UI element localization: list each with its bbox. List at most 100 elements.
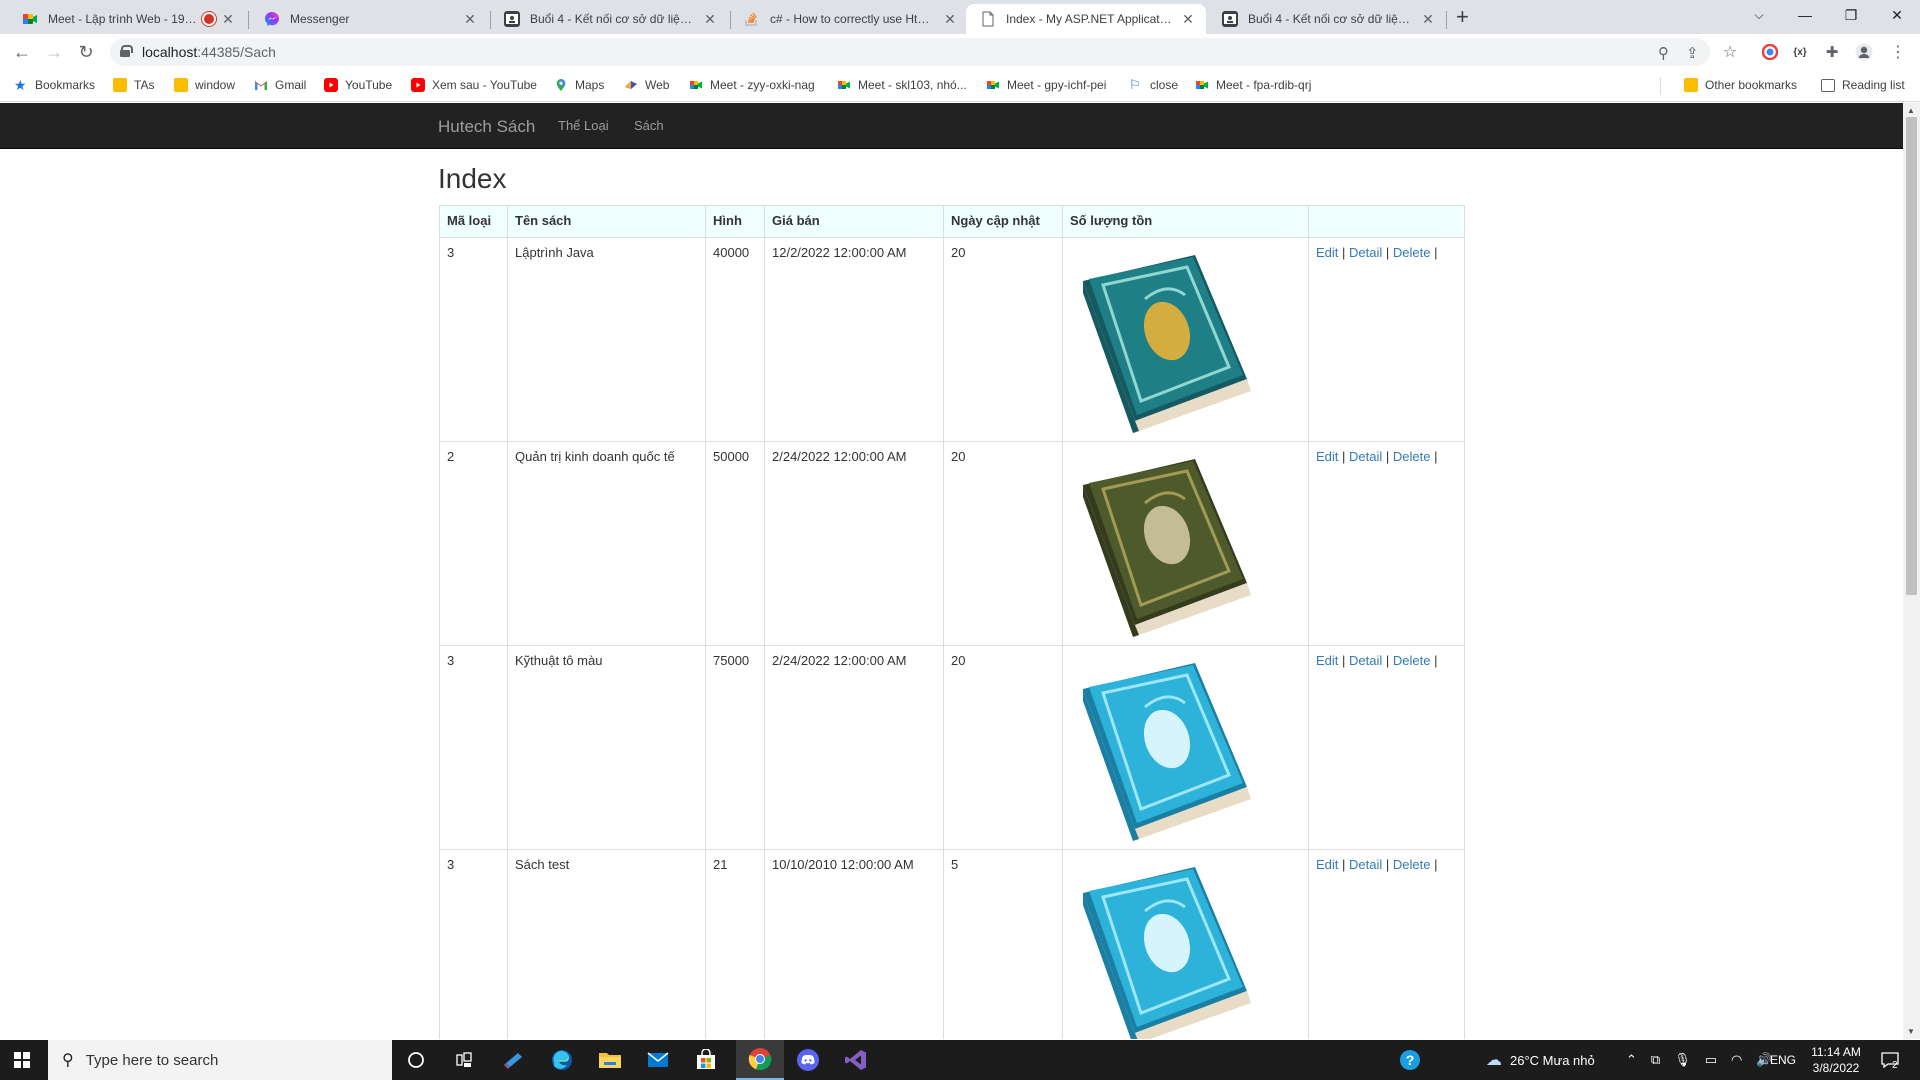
extensions-puzzle-icon[interactable]: ✚ xyxy=(1822,42,1842,62)
reload-icon[interactable]: ↻ xyxy=(74,40,98,64)
bookmark-close[interactable]: ⚐ close xyxy=(1129,78,1178,93)
bookmark-bookmarks[interactable]: ★ Bookmarks xyxy=(14,78,95,92)
table-row: 3 Sách test 21 10/10/2010 12:00:00 AM 5 … xyxy=(439,849,1465,1039)
menu-kebab-icon[interactable]: ⋮ xyxy=(1888,42,1908,62)
close-icon[interactable]: ✕ xyxy=(1180,11,1196,28)
tab-search-chevron-icon[interactable]: ⌵ xyxy=(1736,0,1782,30)
cell-actions: Edit | Detail | Delete | xyxy=(1308,645,1465,850)
discord-icon[interactable] xyxy=(784,1040,832,1080)
close-icon[interactable]: ✕ xyxy=(702,11,718,28)
detail-link[interactable]: Detail xyxy=(1349,449,1382,464)
scrollbar-thumb[interactable] xyxy=(1906,117,1917,595)
minimize-icon[interactable]: — xyxy=(1782,0,1828,30)
visual-studio-installer-icon[interactable] xyxy=(490,1040,538,1080)
zoom-icon[interactable]: ⚲ xyxy=(1658,44,1669,62)
bookmark-label: Other bookmarks xyxy=(1705,78,1798,92)
new-tab-button[interactable]: + xyxy=(1456,6,1469,28)
detail-link[interactable]: Detail xyxy=(1349,653,1382,668)
detail-link[interactable]: Detail xyxy=(1349,245,1382,260)
wifi-icon[interactable]: ◠ xyxy=(1731,1052,1742,1068)
delete-link[interactable]: Delete xyxy=(1393,449,1431,464)
book-cover-image xyxy=(1070,455,1301,637)
bookmark-meet-gpy[interactable]: Meet - gpy-ichf-pei xyxy=(986,78,1106,92)
delete-link[interactable]: Delete xyxy=(1393,857,1431,872)
forward-arrow-icon[interactable]: → xyxy=(42,40,66,64)
clock-date: 3/8/2022 xyxy=(1812,1061,1860,1075)
bookmark-maps[interactable]: Maps xyxy=(554,78,604,92)
taskbar-clock[interactable]: 11:14 AM 3/8/2022 xyxy=(1804,1044,1868,1076)
extension-colorful-icon[interactable] xyxy=(1760,42,1780,62)
network-device-icon[interactable]: ⧉ xyxy=(1651,1052,1660,1068)
detail-link[interactable]: Detail xyxy=(1349,857,1382,872)
tab-divider xyxy=(248,11,249,29)
bookmark-meet-zyy[interactable]: Meet - zyy-oxki-nag xyxy=(689,78,815,92)
page-scrollbar[interactable]: ▲ ▼ xyxy=(1903,103,1920,1039)
delete-link[interactable]: Delete xyxy=(1393,245,1431,260)
close-icon[interactable]: ✕ xyxy=(942,11,958,28)
back-arrow-icon[interactable]: ← xyxy=(10,40,34,64)
weather-widget[interactable]: ☁ 26°C Mưa nhỏ xyxy=(1486,1040,1595,1080)
task-view-icon[interactable] xyxy=(440,1040,488,1080)
bookmark-label: Web xyxy=(645,78,670,92)
share-icon[interactable]: ⇪ xyxy=(1686,44,1699,62)
notifications-button[interactable]: 2 xyxy=(1880,1040,1899,1080)
window-close-icon[interactable]: ✕ xyxy=(1874,0,1920,30)
close-icon[interactable]: ✕ xyxy=(220,11,236,28)
close-icon[interactable]: ✕ xyxy=(1420,11,1436,28)
scroll-up-arrow-icon[interactable]: ▲ xyxy=(1907,106,1915,115)
cell-ma-loai: 3 xyxy=(439,645,508,850)
close-icon[interactable]: ✕ xyxy=(462,11,478,28)
bookmark-web[interactable]: Web xyxy=(624,78,669,92)
bookmark-gmail[interactable]: Gmail xyxy=(254,78,306,92)
address-bar[interactable]: localhost:44385/Sach ⚲ ⇪ xyxy=(110,38,1710,66)
edit-link[interactable]: Edit xyxy=(1316,653,1338,668)
edit-link[interactable]: Edit xyxy=(1316,449,1338,464)
cloud-rain-icon: ☁ xyxy=(1486,1052,1502,1069)
bookmark-meet-skl103[interactable]: Meet - skl103, nhó... xyxy=(837,78,967,92)
google-meet-icon xyxy=(689,78,703,92)
tab-stackoverflow[interactable]: c# - How to correctly use Html.ActionLin… xyxy=(730,4,968,34)
tab-classroom-2[interactable]: Buổi 4 - Kết nối cơ sở dữ liệu (tiếp) ✕ xyxy=(1208,4,1446,34)
chrome-taskbar-icon[interactable] xyxy=(736,1040,784,1080)
edit-link[interactable]: Edit xyxy=(1316,857,1338,872)
url-text[interactable]: localhost:44385/Sach xyxy=(142,44,276,60)
lock-icon[interactable] xyxy=(120,45,133,57)
chevron-up-icon[interactable]: ⌃ xyxy=(1626,1052,1637,1068)
battery-icon[interactable]: ▭ xyxy=(1705,1052,1717,1068)
bookmark-star-icon[interactable]: ☆ xyxy=(1720,42,1740,62)
bookmark-meet-fpa[interactable]: Meet - fpa-rdib-qrj xyxy=(1195,78,1311,92)
tab-messenger[interactable]: Messenger ✕ xyxy=(250,4,488,34)
edge-icon[interactable] xyxy=(538,1040,586,1080)
site-brand-link[interactable]: Hutech Sách xyxy=(438,117,535,137)
reading-list-button[interactable]: Reading list xyxy=(1821,78,1905,92)
scroll-down-arrow-icon[interactable]: ▼ xyxy=(1907,1027,1915,1036)
help-icon[interactable]: ? xyxy=(1386,1040,1434,1080)
bookmark-folder-tas[interactable]: TAs xyxy=(113,78,154,92)
edit-link[interactable]: Edit xyxy=(1316,245,1338,260)
windows-start-icon[interactable] xyxy=(14,1052,30,1068)
mail-icon[interactable] xyxy=(634,1040,682,1080)
bookmark-other[interactable]: Other bookmarks xyxy=(1684,78,1797,92)
bookmark-youtube[interactable]: YouTube xyxy=(324,78,392,92)
tab-index-active[interactable]: Index - My ASP.NET Application ✕ xyxy=(966,4,1206,34)
tab-classroom-1[interactable]: Buổi 4 - Kết nối cơ sở dữ liệu (tiếp) ✕ xyxy=(490,4,728,34)
profile-avatar-icon[interactable] xyxy=(1854,42,1874,62)
tab-meet[interactable]: Meet - Lập trình Web - 19DTHA1 ✕ xyxy=(8,4,246,34)
nav-the-loai[interactable]: Thể Loại xyxy=(558,118,609,133)
restore-icon[interactable]: ❐ xyxy=(1828,0,1874,30)
bookmark-xem-sau-youtube[interactable]: Xem sau - YouTube xyxy=(411,78,537,92)
input-language[interactable]: ENG xyxy=(1770,1040,1796,1080)
bookmark-folder-window[interactable]: window xyxy=(174,78,235,92)
microsoft-store-icon[interactable] xyxy=(682,1040,730,1080)
delete-link[interactable]: Delete xyxy=(1393,653,1431,668)
file-explorer-icon[interactable] xyxy=(586,1040,634,1080)
taskbar-search-box[interactable]: ⚲ Type here to search xyxy=(48,1040,392,1080)
cell-ngay-cap-nhat: 20 xyxy=(943,441,1063,646)
visual-studio-icon[interactable] xyxy=(832,1040,880,1080)
microphone-icon[interactable]: 🎙 xyxy=(1674,1052,1691,1068)
tab-label: Buổi 4 - Kết nối cơ sở dữ liệu (tiếp) xyxy=(1248,12,1414,26)
tab-label: Meet - Lập trình Web - 19DTHA1 xyxy=(48,12,200,26)
extension-json-icon[interactable]: {x} xyxy=(1790,42,1810,62)
nav-sach[interactable]: Sách xyxy=(634,118,664,133)
cortana-icon[interactable] xyxy=(392,1040,440,1080)
